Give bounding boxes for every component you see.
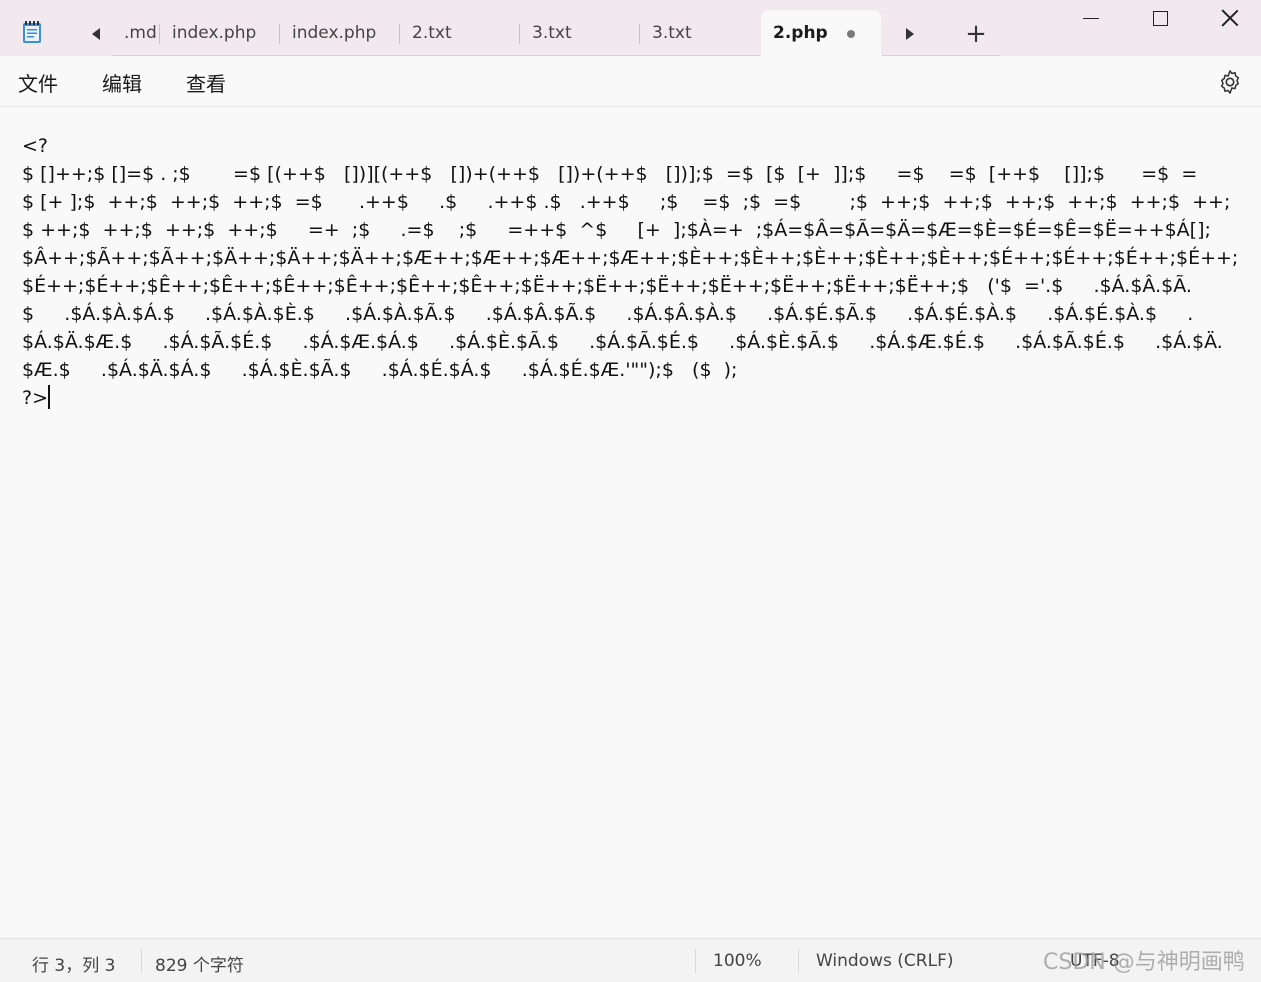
settings-gear-icon[interactable] <box>1216 68 1244 96</box>
title-bar: .md index.php index.php 2.txt 3.txt 3.tx… <box>0 0 1261 57</box>
notepad-app-icon <box>23 21 41 43</box>
tab-3-txt-1[interactable]: 3.txt <box>520 10 640 56</box>
maximize-button[interactable] <box>1125 0 1195 36</box>
code-line-5: $Â++;$Ã++;$Ã++;$Ä++;$Ä++;$Ä++;$Æ++;$Æ++;… <box>22 247 1239 269</box>
minimize-button[interactable] <box>1056 0 1126 36</box>
tab-index-php-1[interactable]: index.php <box>160 10 280 56</box>
close-icon <box>1221 9 1239 27</box>
tab-label: index.php <box>292 23 377 43</box>
code-line-9: $Æ.$ .$Á.$Ä.$Á.$ .$Á.$È.$Ã.$ .$Á.$É.$Á.$… <box>22 359 738 381</box>
tab-label: 2.php <box>773 23 828 43</box>
tab-md[interactable]: .md <box>112 10 160 56</box>
code-line-3: $ [+ ];$ ++;$ ++;$ ++;$ =$ .++$ .$ .++$ … <box>22 191 1231 213</box>
scroll-tabs-left-button[interactable] <box>84 22 108 46</box>
tab-2-php-active[interactable]: 2.php <box>761 10 881 56</box>
menu-edit[interactable]: 编辑 <box>102 68 142 97</box>
cursor-position: 行 3，列 3 <box>32 956 116 976</box>
code-line-10-text: ?> <box>22 387 49 409</box>
character-count: 829 个字符 <box>155 956 244 976</box>
status-divider <box>141 949 142 973</box>
code-line-4: $ ++;$ ++;$ ++;$ ++;$ =+ ;$ .=$ ;$ =++$ … <box>22 219 1211 241</box>
code-line-10: ?> <box>22 384 50 412</box>
code-line-1: <? <box>22 135 49 157</box>
tab-index-php-2[interactable]: index.php <box>280 10 400 56</box>
tab-label: 3.txt <box>652 23 692 43</box>
text-caret <box>48 385 50 409</box>
caret-right-icon <box>906 28 914 40</box>
code-line-8: $Á.$Ä.$Æ.$ .$Á.$Ã.$É.$ .$Á.$Æ.$Á.$ .$Á.$… <box>22 331 1223 353</box>
tab-2-txt[interactable]: 2.txt <box>400 10 520 56</box>
caret-left-icon <box>92 28 100 40</box>
maximize-icon <box>1152 10 1168 26</box>
code-line-6: $É++;$É++;$Ê++;$Ê++;$Ê++;$Ê++;$Ê++;$Ê++;… <box>22 275 1192 297</box>
text-editor[interactable]: <? $ []++;$ []=$ . ;$ =$ [(++$ [])][(++$… <box>0 107 1261 937</box>
scroll-tabs-right-button[interactable] <box>898 22 922 46</box>
minimize-icon <box>1083 17 1099 19</box>
line-ending[interactable]: Windows (CRLF) <box>816 951 954 971</box>
tab-3-txt-2[interactable]: 3.txt <box>640 10 760 56</box>
tab-label: 2.txt <box>412 23 452 43</box>
menu-file[interactable]: 文件 <box>18 68 58 97</box>
close-button[interactable] <box>1195 0 1261 36</box>
menu-bar: 文件 编辑 查看 <box>0 56 1261 107</box>
status-divider <box>695 949 696 973</box>
code-line-2: $ []++;$ []=$ . ;$ =$ [(++$ [])][(++$ []… <box>22 163 1198 185</box>
watermark: CSDN @与神明画鸭 <box>1043 950 1245 975</box>
new-tab-button[interactable]: + <box>962 20 990 48</box>
tab-label: 3.txt <box>532 23 572 43</box>
unsaved-dot-icon <box>847 30 855 38</box>
tab-label: .md <box>124 23 157 43</box>
zoom-level[interactable]: 100% <box>713 951 762 971</box>
tab-label: index.php <box>172 23 257 43</box>
menu-view[interactable]: 查看 <box>186 68 226 97</box>
code-line-7: $ .$Á.$À.$Á.$ .$Á.$À.$È.$ .$Á.$À.$Ã.$ .$… <box>22 303 1194 325</box>
status-divider <box>798 949 799 973</box>
